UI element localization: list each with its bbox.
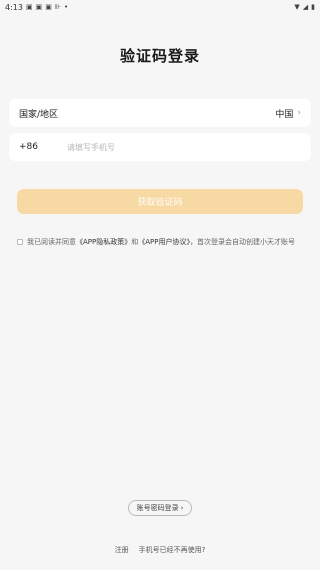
chevron-right-icon: › (297, 108, 301, 118)
region-value: 中国 (275, 109, 294, 120)
region-label: 国家/地区 (19, 109, 59, 120)
agreement-checkbox[interactable] (17, 239, 23, 245)
notification-icon: ▣ (45, 3, 52, 11)
country-code[interactable]: +86 (19, 142, 57, 152)
phone-row: +86 (9, 133, 311, 161)
agreement: 我已阅读并同意《APP隐私政策》和《APP用户协议》，首次登录会自动创建小天才账… (17, 237, 307, 247)
bottom-links: 注册 手机号已经不再使用? (0, 545, 320, 555)
agreement-suffix: ，首次登录会自动创建小天才账号 (189, 238, 295, 246)
battery-icon: ▮ (311, 3, 315, 11)
status-bar: 4:13 ▣ ▣ ▣ ⊪ • ▼ ◢ ▮ (0, 0, 320, 14)
page-title: 验证码登录 (119, 47, 200, 65)
agreement-text: 我已阅读并同意《APP隐私政策》和《APP用户协议》，首次登录会自动创建小天才账… (27, 237, 307, 247)
notification-icon: ▣ (35, 3, 43, 11)
dot-icon: • (63, 3, 69, 11)
status-time: 4:13 (5, 2, 23, 12)
agreement-prefix: 我已阅读并同意 (27, 238, 76, 246)
login-screen: 4:13 ▣ ▣ ▣ ⊪ • ▼ ◢ ▮ 验证码登录 国家/地区 中国 › +8… (0, 0, 320, 570)
status-left: 4:13 ▣ ▣ ▣ ⊪ • (5, 3, 68, 12)
status-right: ▼ ◢ ▮ (294, 3, 315, 11)
chevron-right-icon: › (180, 504, 184, 512)
region-value-wrap: 中国 › (275, 107, 301, 120)
phone-input[interactable] (57, 142, 301, 152)
notification-icon: ▣ (25, 3, 33, 11)
register-link[interactable]: 注册 (115, 545, 129, 555)
phone-unavailable-link[interactable]: 手机号已经不再使用? (139, 545, 206, 555)
privacy-policy-link[interactable]: 《APP隐私政策》 (76, 238, 131, 246)
wifi-icon: ▼ (294, 3, 300, 11)
nfc-icon: ⊪ (54, 3, 61, 11)
signal-icon: ◢ (302, 3, 309, 11)
region-selector[interactable]: 国家/地区 中国 › (9, 99, 311, 127)
password-login-button[interactable]: 账号密码登录 › (128, 500, 192, 516)
get-code-button[interactable]: 获取验证码 (17, 189, 303, 214)
user-agreement-link[interactable]: 《APP用户协议》 (138, 238, 190, 246)
password-login-label: 账号密码登录 (136, 504, 179, 512)
